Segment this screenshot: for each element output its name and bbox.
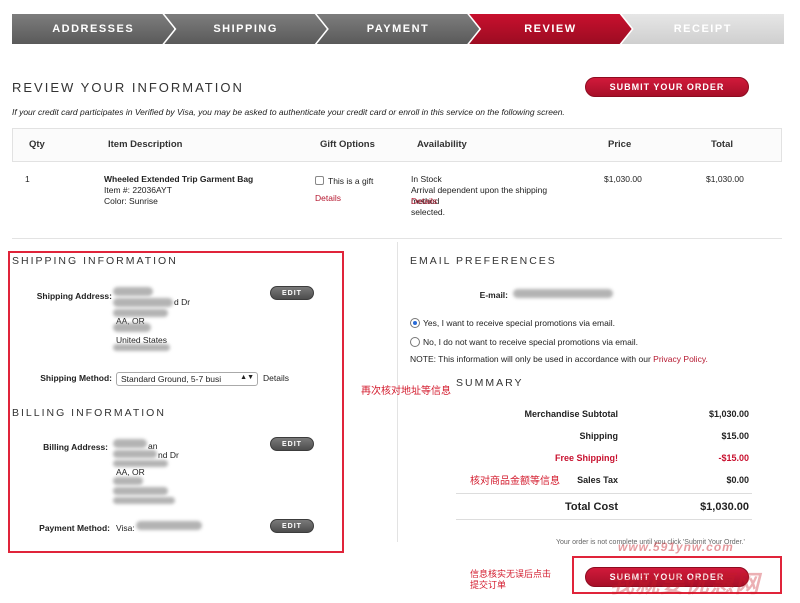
checkout-progress: ADDRESSES SHIPPING PAYMENT REVIEW RECEIP… [12, 14, 785, 44]
section-divider [12, 238, 782, 239]
item-total: $1,030.00 [706, 174, 744, 184]
step-review: REVIEW [469, 14, 631, 44]
shipping-cost-label: Shipping [579, 431, 619, 441]
gift-checkbox[interactable] [315, 176, 324, 185]
stock-status: In Stock [411, 174, 442, 184]
summary-title: SUMMARY [456, 377, 524, 389]
col-availability: Availability [417, 139, 467, 150]
table-row: 1 Wheeled Extended Trip Garment Bag Item… [25, 174, 744, 217]
col-qty: Qty [29, 139, 45, 150]
availability-line-1: Arrival dependent upon the shipping [411, 185, 548, 195]
shipping-cost-value: $15.00 [721, 431, 749, 441]
summary-divider-bottom [456, 519, 752, 520]
redacted-email [513, 289, 613, 298]
col-total: Total [711, 139, 733, 150]
email-opt-out-radio[interactable] [410, 337, 420, 347]
email-preferences-title: EMAIL PREFERENCES [410, 255, 557, 267]
items-table-header: Qty Item Description Gift Options Availa… [12, 128, 782, 162]
verified-by-visa-note: If your credit card participates in Veri… [12, 107, 565, 117]
watermark-url: www.591ynw.com [618, 540, 734, 554]
privacy-note: NOTE: This information will only be used… [410, 354, 708, 364]
annotation-check-amount: 核对商品金额等信息 [470, 476, 560, 487]
item-price: $1,030.00 [604, 174, 642, 184]
annotation-recheck-address: 再次核对地址等信息 [361, 386, 451, 397]
email-opt-in-label: Yes, I want to receive special promotion… [423, 318, 615, 328]
availability-details-link[interactable]: Details [411, 196, 437, 207]
step-shipping[interactable]: SHIPPING [164, 14, 326, 44]
merchandise-subtotal-value: $1,030.00 [708, 409, 749, 419]
page-title: REVIEW YOUR INFORMATION [12, 80, 244, 95]
address-highlight-box [8, 251, 344, 553]
step-addresses[interactable]: ADDRESSES [12, 14, 174, 44]
submit-order-button-top[interactable]: SUBMIT YOUR ORDER [585, 77, 749, 97]
step-receipt: RECEIPT [621, 14, 785, 44]
email-label: E-mail: [479, 290, 508, 300]
step-payment[interactable]: PAYMENT [317, 14, 479, 44]
item-number: Item #: 22036AYT [104, 185, 172, 195]
sales-tax-value: $0.00 [726, 475, 749, 485]
total-cost-value: $1,030.00 [700, 501, 749, 513]
gift-option[interactable]: This is a gift [315, 176, 373, 187]
col-gift-options: Gift Options [320, 139, 375, 150]
summary-divider [456, 493, 752, 494]
total-cost-label: Total Cost [565, 501, 618, 513]
merchandise-subtotal-label: Merchandise Subtotal [524, 409, 618, 419]
item-qty: 1 [25, 174, 30, 184]
watermark-brand: 我就要优惠网 [610, 571, 760, 598]
privacy-policy-link[interactable]: Privacy Policy. [653, 354, 708, 364]
gift-details-link[interactable]: Details [315, 193, 341, 204]
free-shipping-label: Free Shipping! [555, 453, 618, 463]
email-opt-in-radio[interactable] [410, 318, 420, 328]
item-name: Wheeled Extended Trip Garment Bag [104, 174, 254, 184]
email-opt-out-label: No, I do not want to receive special pro… [423, 337, 638, 347]
free-shipping-value: -$15.00 [718, 453, 749, 463]
item-color: Color: Sunrise [104, 196, 158, 206]
col-item-description: Item Description [108, 139, 183, 150]
annotation-confirm-line-2: 提交订单 [470, 580, 507, 590]
col-price: Price [608, 139, 632, 150]
gift-label: This is a gift [328, 176, 374, 186]
